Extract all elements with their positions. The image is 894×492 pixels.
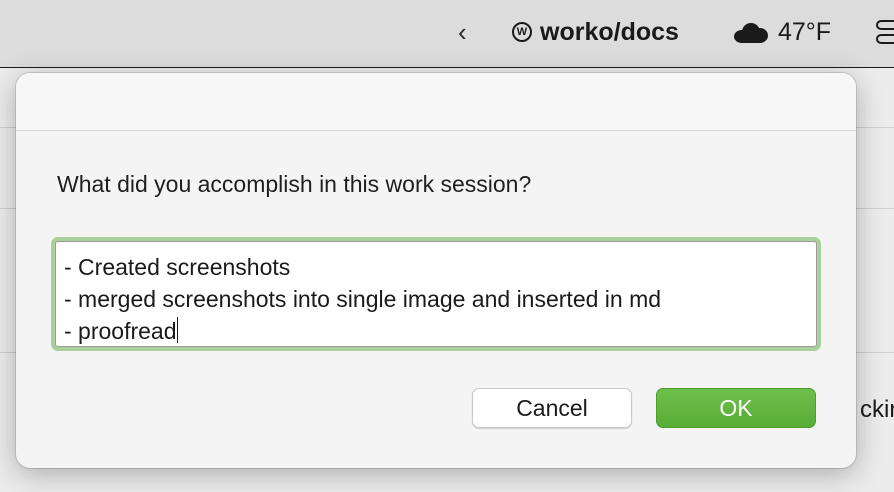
dialog-titlebar [16, 73, 856, 131]
menu-bar: ‹ W worko/docs 47°F [0, 0, 894, 68]
worko-logo-icon: W [512, 22, 532, 42]
screen: ‹ W worko/docs 47°F ckir What did you ac… [0, 0, 894, 492]
cancel-button[interactable]: Cancel [472, 388, 632, 428]
dialog-prompt: What did you accomplish in this work ses… [57, 171, 532, 197]
chevron-left-icon[interactable]: ‹ [458, 16, 478, 48]
app-status-item[interactable]: W worko/docs [512, 16, 679, 48]
control-center-icon[interactable] [876, 20, 894, 46]
textarea-content: - Created screenshots - merged screensho… [64, 254, 662, 344]
cloud-icon [734, 21, 768, 43]
app-name: worko/docs [540, 17, 679, 46]
ok-button[interactable]: OK [656, 388, 816, 428]
weather-status-item[interactable]: 47°F [734, 16, 831, 48]
work-session-dialog: What did you accomplish in this work ses… [16, 73, 856, 468]
temperature: 47°F [778, 17, 832, 46]
background-text-fragment: ckir [860, 396, 894, 423]
text-caret [176, 317, 178, 343]
accomplishment-textarea[interactable]: - Created screenshots - merged screensho… [55, 241, 817, 347]
